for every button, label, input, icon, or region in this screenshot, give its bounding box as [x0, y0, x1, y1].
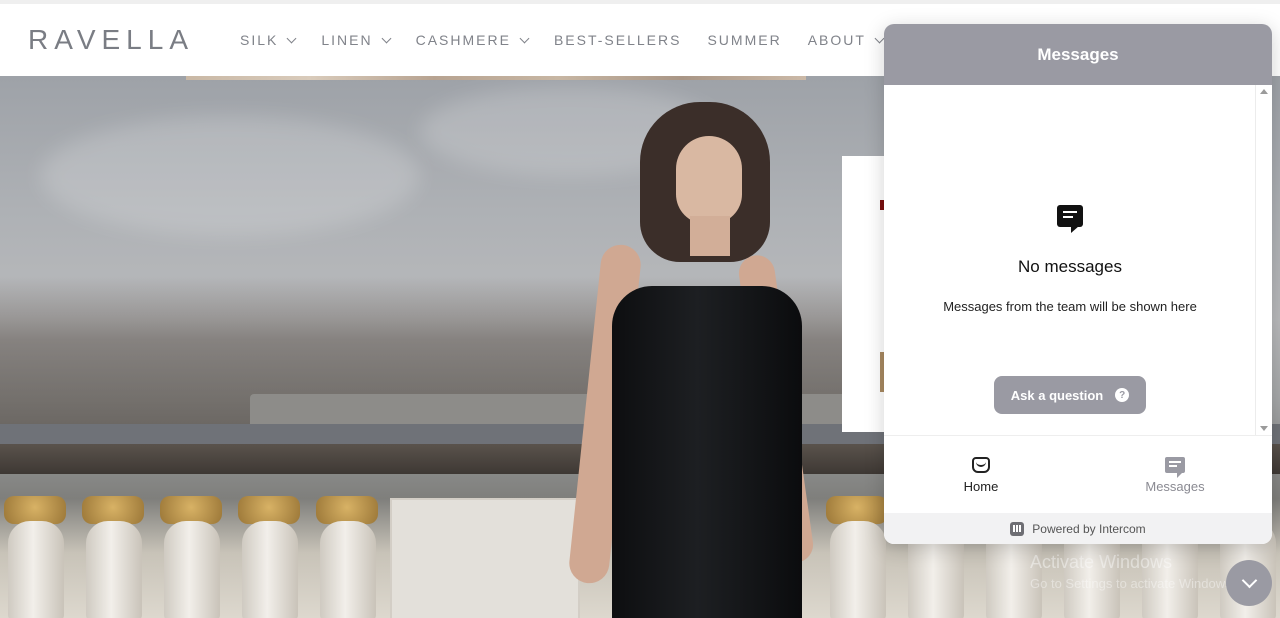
powered-by-intercom[interactable]: Powered by Intercom [884, 513, 1272, 544]
empty-state-subtitle: Messages from the team will be shown her… [943, 299, 1197, 314]
model-face [676, 136, 742, 224]
messenger-body: No messages Messages from the team will … [884, 85, 1272, 435]
intercom-messenger: Messages No messages Messages from the t… [884, 24, 1272, 544]
scroll-down-arrow-icon[interactable] [1260, 426, 1268, 431]
ask-question-label: Ask a question [1010, 387, 1104, 403]
ask-question-button[interactable]: Ask a question ? [994, 376, 1146, 414]
messenger-tabs: Home Messages [884, 435, 1272, 514]
baluster [86, 521, 142, 618]
baluster [164, 521, 220, 618]
scroll-up-arrow-icon[interactable] [1260, 89, 1268, 94]
main-nav: SILK LINEN CASHMERE BEST-SELLERS SUMMER … [240, 32, 909, 48]
nav-item-summer[interactable]: SUMMER [707, 32, 781, 48]
nav-label: CASHMERE [415, 32, 511, 48]
baluster [8, 521, 64, 618]
chevron-down-icon [381, 33, 392, 43]
windows-watermark: Activate Windows [1030, 552, 1173, 572]
powered-by-label: Powered by Intercom [1032, 521, 1146, 536]
messenger-header: Messages [884, 24, 1272, 85]
baluster [830, 521, 886, 618]
model-neck [690, 216, 730, 256]
scrollbar[interactable] [1255, 85, 1272, 435]
nav-item-cashmere[interactable]: CASHMERE [415, 32, 530, 48]
cloud [40, 116, 420, 236]
question-icon: ? [1115, 388, 1130, 402]
baluster [320, 521, 376, 618]
messages-icon [1165, 456, 1185, 478]
home-icon [972, 456, 990, 473]
messenger-launcher-button[interactable] [1226, 560, 1272, 606]
intercom-logo-icon [1010, 521, 1025, 536]
messenger-title: Messages [1037, 44, 1119, 64]
tab-home[interactable]: Home [884, 436, 1078, 514]
tab-messages[interactable]: Messages [1078, 436, 1272, 514]
message-icon [1057, 205, 1083, 233]
nav-item-best-sellers[interactable]: BEST-SELLERS [554, 32, 682, 48]
chevron-down-icon [1241, 572, 1257, 589]
header-image-strip [186, 76, 806, 80]
empty-state-title: No messages [1018, 257, 1122, 276]
chevron-down-icon [874, 33, 885, 43]
stone-panel [390, 498, 580, 618]
chevron-down-icon [286, 33, 297, 43]
chevron-down-icon [519, 33, 530, 43]
baluster [242, 521, 298, 618]
tab-home-label: Home [963, 478, 999, 494]
tab-messages-label: Messages [1145, 478, 1205, 494]
model-black-dress [612, 286, 802, 618]
brand-logo[interactable]: RAVELLA [28, 24, 194, 56]
nav-label: LINEN [321, 32, 373, 48]
nav-item-linen[interactable]: LINEN [321, 32, 392, 48]
nav-label: SILK [240, 32, 279, 48]
nav-item-about[interactable]: ABOUT [807, 32, 885, 48]
nav-label: ABOUT [807, 32, 866, 48]
nav-label: SUMMER [707, 32, 782, 48]
nav-label: BEST-SELLERS [553, 32, 682, 48]
nav-item-silk[interactable]: SILK [240, 32, 297, 48]
windows-watermark-sub: Go to Settings to activate Windows. [1030, 576, 1236, 591]
